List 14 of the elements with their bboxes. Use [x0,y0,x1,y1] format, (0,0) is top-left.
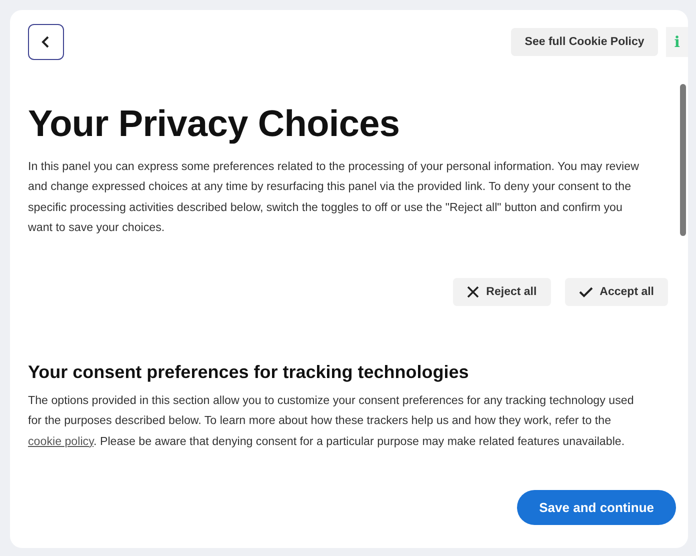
save-and-continue-button[interactable]: Save and continue [517,490,676,526]
section-paragraph: The options provided in this section allow you to customize your consent preferences for any tracking technology used for the purposes described below. To learn more about how these trackers help us and how they work, refer to the cookie policy. Please be aware that denying consent for a particular purpose may make related features unavailable. [28,393,635,450]
checkmark-icon [578,286,593,298]
scrollbar[interactable] [680,84,686,236]
back-button[interactable] [28,24,64,60]
section-heading: Your consent preferences for tracking technologies [28,362,470,384]
reject-all-button[interactable]: Reject all [453,278,551,306]
page-title: Your Privacy Choices [28,103,401,145]
close-icon [467,286,480,298]
chevron-left-icon [41,36,51,48]
accept-all-button[interactable]: Accept all [564,278,668,306]
cookie-policy-button[interactable]: See full Cookie Policy [510,28,658,56]
cookie-policy-link[interactable]: cookie policy [28,434,94,448]
intro-paragraph: In this panel you can express some preferences related to the processing of your personal information. You may review and change expressed choices at any time by resurfacing this panel via the provided link. To deny your consent to the specific processing activities described below, switch the toggles to off or use the "Reject all" button and confirm you want to save your choices. [28,159,640,236]
